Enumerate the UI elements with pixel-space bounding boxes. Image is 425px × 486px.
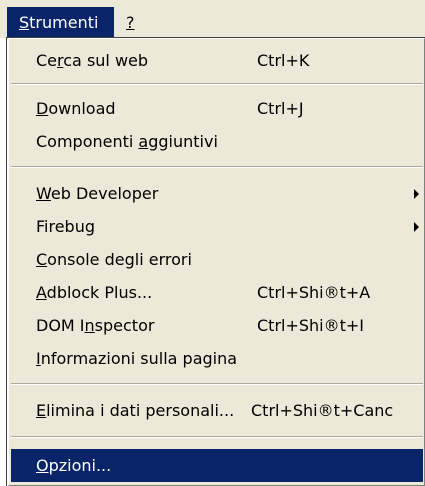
menu-item-cerca-sul-web[interactable]: Cerca sul web Ctrl+K bbox=[11, 44, 423, 77]
menu-strumenti-accel: S bbox=[19, 13, 30, 32]
label-accel: C bbox=[36, 250, 48, 269]
label-part: pzioni... bbox=[48, 456, 112, 475]
menu-separator bbox=[11, 83, 423, 85]
menu-item-label: Download bbox=[36, 92, 116, 125]
label-part: dblock Plus... bbox=[46, 283, 153, 302]
menu-help[interactable]: ? bbox=[114, 7, 154, 38]
menu-help-accel: ? bbox=[126, 13, 135, 32]
menu-item-label: Informazioni sulla pagina bbox=[36, 342, 237, 375]
label-part: Firebug bbox=[36, 217, 96, 236]
menu-separator bbox=[11, 166, 423, 168]
label-part: ggiuntivi bbox=[148, 132, 218, 151]
submenu-arrow-icon bbox=[414, 222, 419, 232]
menu-item-shortcut: Ctrl+K bbox=[257, 51, 310, 70]
label-part: Componenti bbox=[36, 132, 139, 151]
menu-bar: Strumenti ? bbox=[0, 0, 425, 38]
menu-strumenti-label-after: trumenti bbox=[29, 13, 99, 32]
menu-item-shortcut: Ctrl+Shi®t+I bbox=[257, 316, 365, 335]
menu-strumenti[interactable]: Strumenti bbox=[7, 7, 114, 38]
label-part: nformazioni sulla pagina bbox=[40, 349, 238, 368]
menu-item-label: Adblock Plus... bbox=[36, 276, 152, 309]
label-accel: A bbox=[36, 283, 47, 302]
label-part: Ce bbox=[36, 51, 58, 70]
menu-item-label: Elimina i dati personali... bbox=[36, 394, 234, 427]
label-accel: D bbox=[36, 99, 49, 118]
menu-item-label: Opzioni... bbox=[36, 449, 111, 482]
menu-item-shortcut: Ctrl+Shi®t+Canc bbox=[251, 401, 394, 420]
label-part: ownload bbox=[48, 99, 116, 118]
label-accel: E bbox=[36, 401, 47, 420]
menu-item-web-developer[interactable]: Web Developer bbox=[11, 177, 423, 210]
menu-separator bbox=[11, 383, 423, 385]
menu-item-download[interactable]: Download Ctrl+J bbox=[11, 92, 423, 125]
menu-item-opzioni[interactable]: Opzioni... bbox=[11, 449, 423, 482]
menu-item-label: Cerca sul web bbox=[36, 44, 148, 77]
menu-item-console-degli-errori[interactable]: Console degli errori bbox=[11, 243, 423, 276]
menu-item-label: Firebug bbox=[36, 210, 95, 243]
menu-separator bbox=[11, 436, 423, 438]
menu-item-firebug[interactable]: Firebug bbox=[11, 210, 423, 243]
menu-item-label: Console degli errori bbox=[36, 243, 192, 276]
label-accel: n bbox=[84, 316, 95, 335]
menu-item-dom-inspector[interactable]: DOM Inspector Ctrl+Shi®t+I bbox=[11, 309, 423, 342]
label-part: spector bbox=[94, 316, 155, 335]
label-part: ca sul web bbox=[63, 51, 149, 70]
label-part: limina i dati personali... bbox=[46, 401, 235, 420]
label-part: onsole degli errori bbox=[47, 250, 192, 269]
menu-item-label: Componenti aggiuntivi bbox=[36, 125, 218, 158]
label-accel: O bbox=[36, 456, 49, 475]
label-accel: W bbox=[36, 184, 51, 203]
menu-item-label: DOM Inspector bbox=[36, 309, 154, 342]
label-part: DOM I bbox=[36, 316, 85, 335]
menu-item-shortcut: Ctrl+Shi®t+A bbox=[257, 283, 371, 302]
strumenti-dropdown-menu: Cerca sul web Ctrl+K Download Ctrl+J Com… bbox=[6, 37, 425, 486]
menu-item-shortcut: Ctrl+J bbox=[257, 99, 304, 118]
menu-item-elimina-dati-personali[interactable]: Elimina i dati personali... Ctrl+Shi®t+C… bbox=[11, 394, 423, 427]
menu-item-componenti-aggiuntivi[interactable]: Componenti aggiuntivi bbox=[11, 125, 423, 158]
menu-item-label: Web Developer bbox=[36, 177, 158, 210]
submenu-arrow-icon bbox=[414, 189, 419, 199]
menu-item-adblock-plus[interactable]: Adblock Plus... Ctrl+Shi®t+A bbox=[11, 276, 423, 309]
label-accel: a bbox=[138, 132, 149, 151]
label-part: eb Developer bbox=[50, 184, 159, 203]
menu-item-informazioni-sulla-pagina[interactable]: Informazioni sulla pagina bbox=[11, 342, 423, 375]
